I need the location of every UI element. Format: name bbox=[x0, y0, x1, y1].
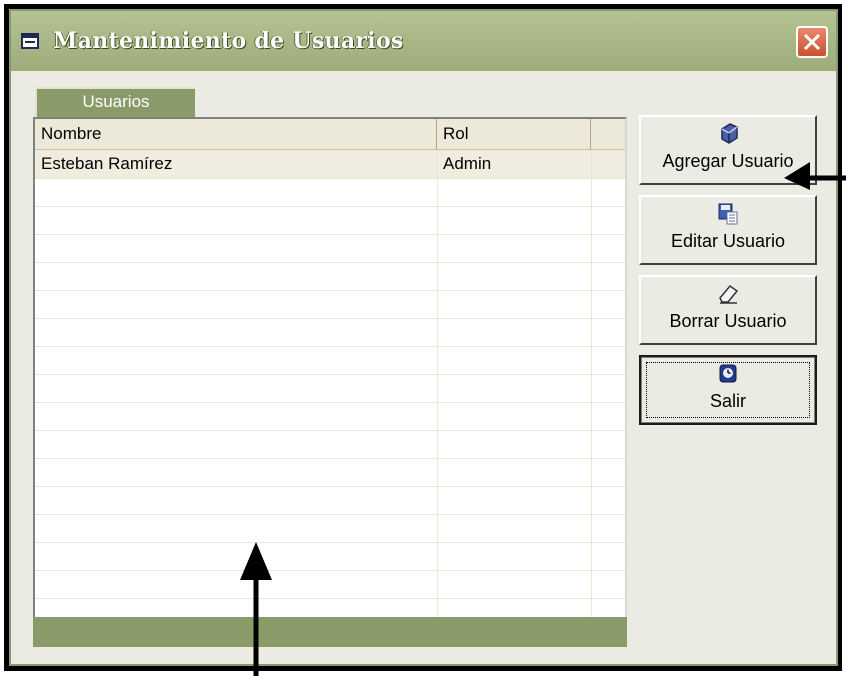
table-row[interactable] bbox=[35, 178, 625, 207]
annotation-arrow-right bbox=[784, 162, 846, 190]
form-icon bbox=[21, 33, 39, 49]
column-divider bbox=[437, 150, 438, 617]
eraser-icon bbox=[719, 284, 739, 304]
window: Mantenimiento de Usuarios Usuarios Nombr… bbox=[9, 9, 838, 666]
table-row[interactable] bbox=[35, 514, 625, 543]
close-icon bbox=[803, 33, 821, 51]
borrar-usuario-button[interactable]: Borrar Usuario bbox=[639, 275, 817, 345]
column-header-rol[interactable]: Rol bbox=[437, 119, 591, 149]
editar-usuario-button[interactable]: Editar Usuario bbox=[639, 195, 817, 265]
users-grid[interactable]: Nombre Rol Esteban Ramírez Admin bbox=[33, 117, 627, 619]
grid-rows: Esteban Ramírez Admin bbox=[35, 150, 625, 617]
table-row[interactable] bbox=[35, 374, 625, 403]
table-row[interactable] bbox=[35, 206, 625, 235]
cell-nombre: Esteban Ramírez bbox=[41, 154, 173, 173]
borrar-usuario-label: Borrar Usuario bbox=[669, 311, 787, 331]
table-row[interactable] bbox=[35, 234, 625, 263]
editar-usuario-label: Editar Usuario bbox=[670, 231, 786, 251]
table-row[interactable] bbox=[35, 402, 625, 431]
table-row[interactable] bbox=[35, 430, 625, 459]
table-row[interactable] bbox=[35, 598, 625, 617]
table-row[interactable] bbox=[35, 346, 625, 375]
grid-header: Nombre Rol bbox=[35, 119, 625, 150]
title-bar[interactable]: Mantenimiento de Usuarios bbox=[11, 11, 836, 71]
column-header-empty bbox=[591, 119, 625, 149]
close-button[interactable] bbox=[796, 26, 828, 58]
table-row[interactable] bbox=[35, 570, 625, 599]
table-row[interactable] bbox=[35, 262, 625, 291]
usuarios-frame-label: Usuarios bbox=[35, 87, 195, 117]
cell-rol: Admin bbox=[443, 154, 492, 173]
window-title: Mantenimiento de Usuarios bbox=[53, 28, 404, 54]
status-bar bbox=[33, 617, 627, 647]
column-divider bbox=[591, 150, 592, 617]
salir-label: Salir bbox=[709, 391, 746, 411]
exit-clock-icon bbox=[719, 364, 737, 383]
table-row[interactable] bbox=[35, 542, 625, 571]
edit-save-icon bbox=[718, 203, 738, 225]
salir-button[interactable]: Salir bbox=[639, 355, 817, 425]
column-header-nombre[interactable]: Nombre bbox=[35, 119, 437, 149]
table-row[interactable] bbox=[35, 486, 625, 515]
table-row[interactable]: Esteban Ramírez Admin bbox=[35, 150, 625, 179]
annotation-arrow-up bbox=[240, 542, 272, 676]
table-row[interactable] bbox=[35, 290, 625, 319]
table-row[interactable] bbox=[35, 318, 625, 347]
add-user-icon bbox=[721, 123, 738, 144]
table-row[interactable] bbox=[35, 458, 625, 487]
